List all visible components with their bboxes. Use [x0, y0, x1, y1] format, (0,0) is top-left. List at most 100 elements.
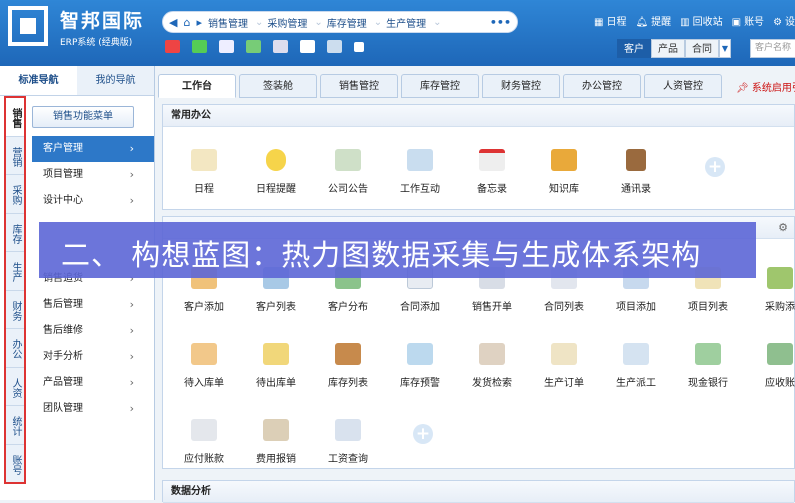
vtab-marketing[interactable]: 营销 — [6, 137, 24, 175]
chevron-right-icon: › — [129, 194, 134, 207]
tile-inventory-list[interactable]: 库存列表 — [313, 343, 383, 389]
tile-label: 公司公告 — [328, 184, 368, 195]
megaphone-icon[interactable] — [165, 40, 180, 53]
vtab-office[interactable]: 办公 — [6, 329, 24, 368]
tab-standard-nav[interactable]: 标准导航 — [0, 66, 77, 95]
nav-tabs: 标准导航 我的导航 — [0, 66, 154, 96]
chevron-right-icon: › — [129, 142, 134, 155]
tile-contacts[interactable]: 通讯录 — [601, 149, 671, 195]
tile-shipping-search[interactable]: 发货检索 — [457, 343, 527, 389]
vtab-inventory[interactable]: 库存 — [6, 214, 24, 252]
menu-item-design[interactable]: 设计中心 › — [32, 188, 154, 214]
search-tab-customer[interactable]: 客户 — [617, 39, 651, 58]
menu-item-label: 项目管理 — [43, 169, 83, 180]
top-links: ▦ 日程 🔔︎ 提醒 ▥ 回收站 ▣ 账号 ⚙ 设 — [594, 13, 795, 28]
panel-common-office: 常用办公 日程 日程提醒 公司公告 工作互动 备忘录 知识库 通讯录 + — [162, 104, 795, 210]
menu-item-after-sales[interactable]: 售后管理 › — [32, 292, 154, 318]
memo-pin-icon — [479, 149, 505, 171]
tile-label: 项目添加 — [616, 302, 656, 313]
menu-item-team[interactable]: 团队管理 › — [32, 396, 154, 422]
vtab-statistics[interactable]: 统计 — [6, 406, 24, 445]
tile-expense-claim[interactable]: 费用报销 — [241, 419, 311, 465]
tab-inventory-control[interactable]: 库存管控 — [401, 74, 479, 98]
tab-office-control[interactable]: 办公管控 — [563, 74, 641, 98]
vtab-purchase[interactable]: 采购 — [6, 175, 24, 214]
tile-label: 合同添加 — [400, 302, 440, 313]
chevron-left-icon[interactable]: ◀ — [169, 16, 177, 29]
document-icon[interactable] — [327, 40, 342, 53]
tile-label: 待入库单 — [184, 378, 224, 389]
tile-label: 日程提醒 — [256, 184, 296, 195]
plus-icon[interactable] — [354, 42, 364, 52]
recycle-link[interactable]: ▥ 回收站 — [680, 13, 722, 28]
tile-production-dispatch[interactable]: 生产派工 — [601, 343, 671, 389]
tile-work-interaction[interactable]: 工作互动 — [385, 149, 455, 195]
menu-item-label: 团队管理 — [43, 403, 83, 414]
system-enable-link[interactable]: 📌︎ 系统启用引 — [736, 79, 795, 94]
tile-label: 采购添 — [765, 302, 795, 313]
tile-receivables[interactable]: 应收账 — [745, 343, 795, 389]
vtab-production[interactable]: 生产 — [6, 252, 24, 291]
nav-item-sales[interactable]: 销售管理 — [208, 15, 248, 30]
reminder-link[interactable]: 🔔︎ 提醒 — [635, 13, 671, 28]
chevron-down-icon: ⌄ — [433, 16, 442, 28]
gear-icon: ⚙ — [773, 17, 783, 28]
vtab-sales[interactable]: 销售 — [6, 98, 24, 137]
tile-payables[interactable]: 应付账款 — [169, 419, 239, 465]
card-icon[interactable] — [219, 40, 234, 53]
tile-label: 项目列表 — [688, 302, 728, 313]
nav-item-production[interactable]: 生产管理 — [386, 15, 426, 30]
nav-item-purchase[interactable]: 采购管理 — [267, 15, 307, 30]
tab-workbench[interactable]: 工作台 — [158, 74, 236, 98]
gear-icon[interactable]: ⚙ — [778, 221, 788, 234]
tile-announcement[interactable]: 公司公告 — [313, 149, 383, 195]
chevron-right-icon[interactable]: ▸ — [196, 16, 202, 29]
account-link[interactable]: ▣ 账号 — [732, 13, 764, 28]
vtab-account[interactable]: 账号 — [6, 445, 24, 484]
settings-link[interactable]: ⚙ 设 — [773, 13, 795, 28]
nav-item-inventory[interactable]: 库存管理 — [327, 15, 367, 30]
lightbulb-icon — [266, 149, 286, 171]
more-icon[interactable]: ••• — [490, 16, 511, 29]
tile-salary-query[interactable]: 工资查询 — [313, 419, 383, 465]
home-icon[interactable]: ⌂ — [183, 16, 190, 29]
menu-item-competitor[interactable]: 对手分析 › — [32, 344, 154, 370]
tile-label: 知识库 — [549, 184, 579, 195]
wechat-icon[interactable] — [273, 40, 288, 53]
mail-icon[interactable] — [246, 40, 261, 53]
tile-inventory-warning[interactable]: 库存预警 — [385, 343, 455, 389]
tab-finance-control[interactable]: 财务管控 — [482, 74, 560, 98]
tile-memo[interactable]: 备忘录 — [457, 149, 527, 195]
tile-schedule-reminder[interactable]: 日程提醒 — [241, 149, 311, 195]
chevron-down-icon[interactable]: ▼ — [719, 39, 731, 58]
menu-item-product[interactable]: 产品管理 › — [32, 370, 154, 396]
panel-title: 常用办公 — [163, 105, 794, 127]
tile-pending-inbound[interactable]: 待入库单 — [169, 343, 239, 389]
tile-label: 费用报销 — [256, 454, 296, 465]
tab-sales-control[interactable]: 销售管控 — [320, 74, 398, 98]
tile-production-order[interactable]: 生产订单 — [529, 343, 599, 389]
trash-icon: ▥ — [680, 17, 690, 28]
tab-hr-control[interactable]: 人资管控 — [644, 74, 722, 98]
grid-icon[interactable] — [300, 40, 315, 53]
vtab-hr[interactable]: 人资 — [6, 368, 24, 406]
reminder-label: 提醒 — [651, 17, 672, 28]
search-input[interactable]: 客户名称 — [750, 39, 795, 58]
tab-my-nav[interactable]: 我的导航 — [77, 66, 154, 95]
search-tab-contract[interactable]: 合同 — [685, 39, 719, 58]
menu-item-project[interactable]: 项目管理 › — [32, 162, 154, 188]
tab-dashboard[interactable]: 签装舱 — [239, 74, 317, 98]
schedule-link[interactable]: ▦ 日程 — [594, 13, 626, 28]
tile-pending-outbound[interactable]: 待出库单 — [241, 343, 311, 389]
tile-schedule[interactable]: 日程 — [169, 149, 239, 195]
phone-icon[interactable] — [192, 40, 207, 53]
search-tab-product[interactable]: 产品 — [651, 39, 685, 58]
sales-function-menu-button[interactable]: 销售功能菜单 — [32, 106, 134, 128]
menu-item-customer[interactable]: 客户管理 › — [32, 136, 154, 162]
add-shortcut-icon[interactable]: + — [413, 424, 433, 444]
add-shortcut-icon[interactable]: + — [705, 157, 725, 177]
tile-knowledge-base[interactable]: 知识库 — [529, 149, 599, 195]
vtab-finance[interactable]: 财务 — [6, 291, 24, 329]
tile-cash-bank[interactable]: 现金银行 — [673, 343, 743, 389]
menu-item-repair[interactable]: 售后维修 › — [32, 318, 154, 344]
